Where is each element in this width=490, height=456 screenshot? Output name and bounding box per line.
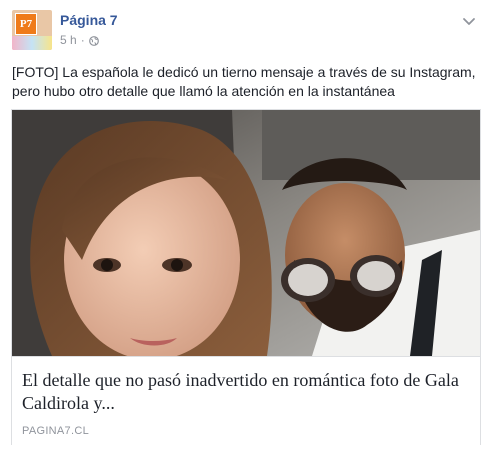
meta-separator: · — [80, 33, 85, 47]
page-name-link[interactable]: Página 7 — [60, 12, 118, 28]
facebook-post: P7 Página 7 5 h · [FOTO] La española le … — [0, 0, 490, 456]
link-preview-card[interactable]: El detalle que no pasó inadvertido en ro… — [11, 109, 481, 445]
post-meta: 5 h · — [60, 33, 99, 47]
post-message: [FOTO] La española le dedicó un tierno m… — [12, 64, 476, 99]
link-title[interactable]: El detalle que no pasó inadvertido en ro… — [22, 369, 472, 415]
globe-icon[interactable] — [88, 35, 99, 46]
avatar-background — [12, 36, 52, 50]
post-timestamp[interactable]: 5 h — [60, 33, 77, 47]
link-preview-image[interactable] — [12, 110, 480, 356]
page-avatar[interactable]: P7 — [12, 10, 52, 50]
chevron-down-icon[interactable] — [462, 14, 476, 25]
link-domain: PAGINA7.CL — [22, 425, 89, 437]
link-preview-body[interactable]: El detalle que no pasó inadvertido en ro… — [12, 356, 480, 445]
avatar-logo: P7 — [15, 13, 37, 35]
